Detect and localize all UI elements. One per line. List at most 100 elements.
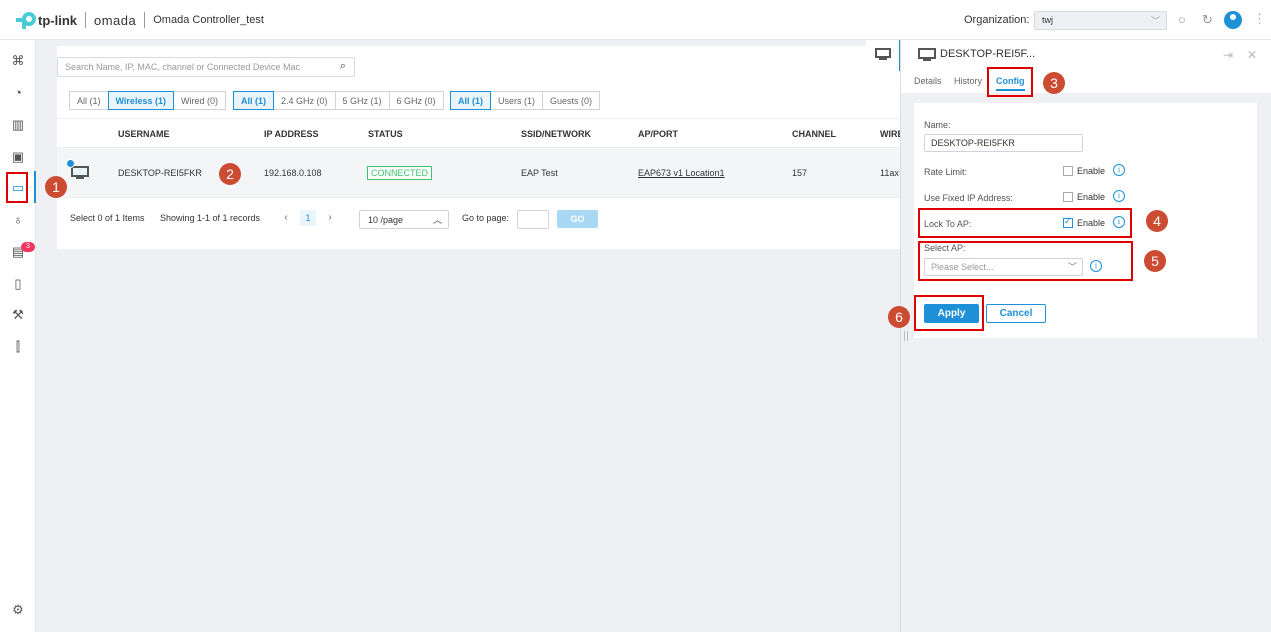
cell-ap-link[interactable]: EAP673 v1 Location1	[638, 168, 725, 178]
search-icon[interactable]: ○	[1178, 12, 1186, 27]
cell-ip: 192.168.0.108	[264, 168, 322, 178]
cell-ssid: EAP Test	[521, 168, 558, 178]
type-guests[interactable]: Guests (0)	[542, 91, 601, 110]
highlight-config-tab	[987, 67, 1033, 97]
page-size-value: 10 /page	[368, 215, 404, 225]
band-6g[interactable]: 6 GHz (0)	[388, 91, 444, 110]
settings-icon[interactable]: ⚙	[10, 602, 26, 618]
highlight-apply	[914, 295, 984, 331]
statistics-icon[interactable]: ◔	[10, 85, 26, 101]
highlight-clients-nav	[6, 172, 28, 203]
step-marker-3: 3	[1043, 72, 1065, 94]
close-icon[interactable]: ✕	[1247, 48, 1257, 62]
table-footer: Select 0 of 1 Items Showing 1-1 of 1 rec…	[57, 206, 900, 232]
brand-name: tp-link	[38, 12, 77, 28]
filter-wired[interactable]: Wired (0)	[172, 91, 226, 110]
cell-wireless: 11ax	[880, 168, 899, 178]
band-filter: All (1) 2.4 GHz (0) 5 GHz (1) 6 GHz (0)	[233, 91, 444, 111]
panel-header: DESKTOP-REI5F... ⇥ ✕	[901, 40, 1271, 71]
rate-limit-label: Rate Limit:	[924, 167, 968, 177]
panel-title: DESKTOP-REI5F...	[940, 48, 1036, 60]
resize-handle[interactable]	[904, 331, 908, 341]
logo: tp-link omada Omada Controller_test	[14, 11, 264, 29]
search-icon[interactable]: ⌕	[340, 60, 346, 73]
prev-page-icon[interactable]: ‹	[278, 210, 294, 226]
left-nav: ⌘ ◔ ▥ ▣ ▭ ♁ ▤ 3 ▯ ⚒ ⫿ ⚙	[0, 40, 36, 632]
cell-username[interactable]: DESKTOP-REI5FKR	[118, 168, 202, 178]
step-marker-6: 6	[888, 306, 910, 328]
info-icon[interactable]: i	[1113, 190, 1125, 202]
device-status-icon	[66, 159, 75, 168]
user-icon[interactable]	[1224, 11, 1242, 29]
col-ip[interactable]: IP ADDRESS	[264, 129, 319, 139]
col-ssid[interactable]: SSID/NETWORK	[521, 129, 591, 139]
type-users[interactable]: Users (1)	[490, 91, 544, 110]
type-filter: All (1) Users (1) Guests (0)	[450, 91, 601, 111]
connection-filter: All (1) Wireless (1) Wired (0)	[69, 91, 226, 111]
organization-value: twj	[1042, 15, 1053, 25]
fixed-ip-label: Use Fixed IP Address:	[924, 193, 1013, 203]
fixed-ip-checkbox[interactable]	[1063, 192, 1073, 202]
band-2g[interactable]: 2.4 GHz (0)	[273, 91, 336, 110]
step-marker-5: 5	[1144, 250, 1166, 272]
chevron-up-icon: ︿	[432, 215, 442, 225]
client-detail-panel: DESKTOP-REI5F... ⇥ ✕ Details History Con…	[900, 40, 1271, 632]
cancel-button[interactable]: Cancel	[986, 304, 1046, 323]
map-icon[interactable]: ▥	[10, 117, 26, 133]
reports-icon[interactable]: ⫿	[10, 339, 26, 355]
rate-limit-checkbox[interactable]	[1063, 166, 1073, 176]
organization-select[interactable]: twj ﹀	[1034, 11, 1167, 30]
next-page-icon[interactable]: ›	[322, 210, 338, 226]
records-count: Showing 1-1 of 1 records	[160, 213, 261, 223]
col-username[interactable]: USERNAME	[118, 129, 170, 139]
rate-limit-enable-label[interactable]: Enable	[1077, 166, 1105, 176]
devices-icon[interactable]: ▣	[10, 149, 26, 165]
table-header: USERNAME IP ADDRESS STATUS SSID/NETWORK …	[57, 118, 904, 148]
status-badge: CONNECTED	[367, 166, 433, 180]
top-bar: tp-link omada Omada Controller_test Orga…	[0, 0, 1271, 40]
band-all[interactable]: All (1)	[233, 91, 275, 110]
name-field[interactable]: DESKTOP-REI5FKR	[924, 134, 1083, 152]
col-ap[interactable]: AP/PORT	[638, 129, 678, 139]
type-all[interactable]: All (1)	[450, 91, 492, 110]
tab-history[interactable]: History	[954, 76, 982, 86]
tab-details[interactable]: Details	[914, 76, 942, 86]
dashboard-icon[interactable]: ⌘	[10, 53, 26, 69]
desktop-icon	[918, 48, 936, 59]
go-button[interactable]: GO	[557, 210, 598, 228]
insights-icon[interactable]: ♁	[10, 212, 26, 228]
more-icon[interactable]: ⋮	[1253, 11, 1266, 27]
collapse-icon[interactable]: ⇥	[1223, 48, 1233, 62]
step-marker-4: 4	[1146, 210, 1168, 232]
chevron-down-icon: ﹀	[1150, 16, 1160, 26]
panel-device-tab[interactable]	[866, 40, 900, 71]
tools-icon[interactable]: ⚒	[10, 307, 26, 323]
fixed-ip-enable-label[interactable]: Enable	[1077, 192, 1105, 202]
tp-link-logo-icon	[14, 11, 36, 29]
current-page[interactable]: 1	[300, 210, 316, 226]
selected-count: Select 0 of 1 Items	[70, 213, 145, 223]
step-marker-1: 1	[45, 176, 67, 198]
name-label: Name:	[924, 120, 951, 130]
band-5g[interactable]: 5 GHz (1)	[334, 91, 390, 110]
step-marker-2: 2	[219, 163, 241, 185]
organization-label: Organization:	[964, 14, 1030, 26]
goto-label: Go to page:	[462, 213, 510, 223]
alert-badge: 3	[21, 242, 35, 252]
goto-page-input[interactable]	[517, 210, 549, 229]
search-input[interactable]: Search Name, IP, MAC, channel or Connect…	[57, 57, 355, 77]
logs-icon[interactable]: ▯	[10, 276, 26, 292]
page-size-select[interactable]: 10 /page ︿	[359, 210, 449, 229]
col-channel[interactable]: CHANNEL	[792, 129, 836, 139]
highlight-select-ap	[918, 241, 1133, 281]
table-row[interactable]: DESKTOP-REI5FKR 192.168.0.108 CONNECTED …	[57, 148, 900, 198]
clients-card: Search Name, IP, MAC, channel or Connect…	[57, 46, 904, 249]
col-status[interactable]: STATUS	[368, 129, 403, 139]
filter-all[interactable]: All (1)	[69, 91, 109, 110]
info-icon[interactable]: i	[1113, 164, 1125, 176]
controller-name: Omada Controller_test	[153, 14, 264, 26]
search-placeholder: Search Name, IP, MAC, channel or Connect…	[65, 62, 300, 72]
refresh-icon[interactable]: ↻	[1202, 12, 1213, 28]
nav-active-indicator	[34, 171, 36, 203]
filter-wireless[interactable]: Wireless (1)	[107, 91, 174, 110]
